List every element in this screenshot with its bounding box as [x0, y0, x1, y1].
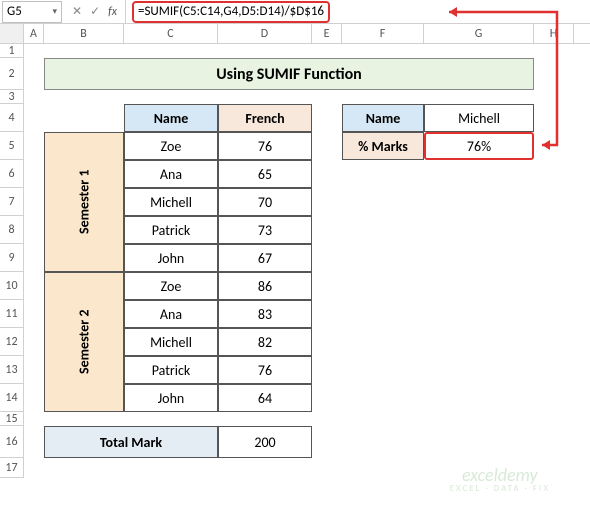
col-H[interactable]: H [534, 24, 574, 43]
header-marks[interactable]: % Marks [342, 132, 424, 160]
col-C[interactable]: C [124, 24, 218, 43]
col-A[interactable]: A [24, 24, 44, 43]
title-cell[interactable]: Using SUMIF Function [44, 58, 534, 90]
total-mark-label[interactable]: Total Mark [44, 426, 218, 458]
name-box-value: G5 [7, 4, 52, 19]
formula-input[interactable]: =SUMIF(C5:C14,G4,D5:D14)/$D$16 [126, 1, 590, 23]
header-name2[interactable]: Name [342, 104, 424, 132]
column-headers: A B C D E F G H [0, 24, 590, 44]
row-5[interactable]: 5 [0, 132, 24, 160]
fx-icon[interactable]: fx [108, 5, 117, 19]
cell-C8[interactable]: Patrick [124, 216, 218, 244]
row-17[interactable]: 17 [0, 458, 24, 478]
semester-2-label[interactable]: Semester 2 [44, 272, 124, 412]
col-B[interactable]: B [44, 24, 124, 43]
cell-G4[interactable]: Michell [424, 104, 534, 132]
cell-D7[interactable]: 70 [218, 188, 312, 216]
cell-D10[interactable]: 86 [218, 272, 312, 300]
semester-1-label[interactable]: Semester 1 [44, 132, 124, 272]
col-G[interactable]: G [424, 24, 534, 43]
formula-text: =SUMIF(C5:C14,G4,D5:D14)/$D$16 [132, 1, 330, 23]
row-9[interactable]: 9 [0, 244, 24, 272]
cells: Using SUMIF Function Name French Name Mi… [24, 44, 590, 478]
col-F[interactable]: F [342, 24, 424, 43]
cell-C7[interactable]: Michell [124, 188, 218, 216]
cell-D13[interactable]: 76 [218, 356, 312, 384]
row-10[interactable]: 10 [0, 272, 24, 300]
row-12[interactable]: 12 [0, 328, 24, 356]
col-E[interactable]: E [312, 24, 342, 43]
row-14[interactable]: 14 [0, 384, 24, 412]
row-headers: 1 2 3 4 5 6 7 8 9 10 11 12 13 14 15 16 1… [0, 44, 24, 478]
cell-C6[interactable]: Ana [124, 160, 218, 188]
cell-D9[interactable]: 67 [218, 244, 312, 272]
row-16[interactable]: 16 [0, 426, 24, 458]
formula-bar: G5 ▾ ✕ ✓ fx =SUMIF(C5:C14,G4,D5:D14)/$D$… [0, 0, 590, 24]
total-mark-value[interactable]: 200 [218, 426, 312, 458]
grid: 1 2 3 4 5 6 7 8 9 10 11 12 13 14 15 16 1… [0, 44, 590, 478]
cell-D6[interactable]: 65 [218, 160, 312, 188]
row-4[interactable]: 4 [0, 104, 24, 132]
col-D[interactable]: D [218, 24, 312, 43]
row-2[interactable]: 2 [0, 58, 24, 90]
cell-D8[interactable]: 73 [218, 216, 312, 244]
cell-C10[interactable]: Zoe [124, 272, 218, 300]
cell-G5[interactable]: 76% [424, 132, 534, 160]
name-box[interactable]: G5 ▾ [2, 1, 62, 23]
row-7[interactable]: 7 [0, 188, 24, 216]
cell-C9[interactable]: John [124, 244, 218, 272]
cell-D11[interactable]: 83 [218, 300, 312, 328]
cell-D14[interactable]: 64 [218, 384, 312, 412]
row-13[interactable]: 13 [0, 356, 24, 384]
row-1[interactable]: 1 [0, 44, 24, 58]
select-all-corner[interactable] [0, 24, 24, 43]
cell-D12[interactable]: 82 [218, 328, 312, 356]
cell-C14[interactable]: John [124, 384, 218, 412]
header-name[interactable]: Name [124, 104, 218, 132]
watermark: exceldemy EXCEL · DATA · FIX [450, 466, 550, 493]
row-6[interactable]: 6 [0, 160, 24, 188]
formula-buttons: ✕ ✓ fx [64, 0, 126, 23]
watermark-sub: EXCEL · DATA · FIX [450, 484, 550, 493]
header-french[interactable]: French [218, 104, 312, 132]
cell-D5[interactable]: 76 [218, 132, 312, 160]
cancel-icon[interactable]: ✕ [72, 4, 82, 19]
row-3[interactable]: 3 [0, 90, 24, 104]
cell-C12[interactable]: Michell [124, 328, 218, 356]
cell-C11[interactable]: Ana [124, 300, 218, 328]
row-8[interactable]: 8 [0, 216, 24, 244]
name-box-dropdown-icon[interactable]: ▾ [52, 6, 57, 17]
enter-icon[interactable]: ✓ [90, 4, 100, 19]
row-11[interactable]: 11 [0, 300, 24, 328]
cell-C5[interactable]: Zoe [124, 132, 218, 160]
row-15[interactable]: 15 [0, 412, 24, 426]
cell-C13[interactable]: Patrick [124, 356, 218, 384]
